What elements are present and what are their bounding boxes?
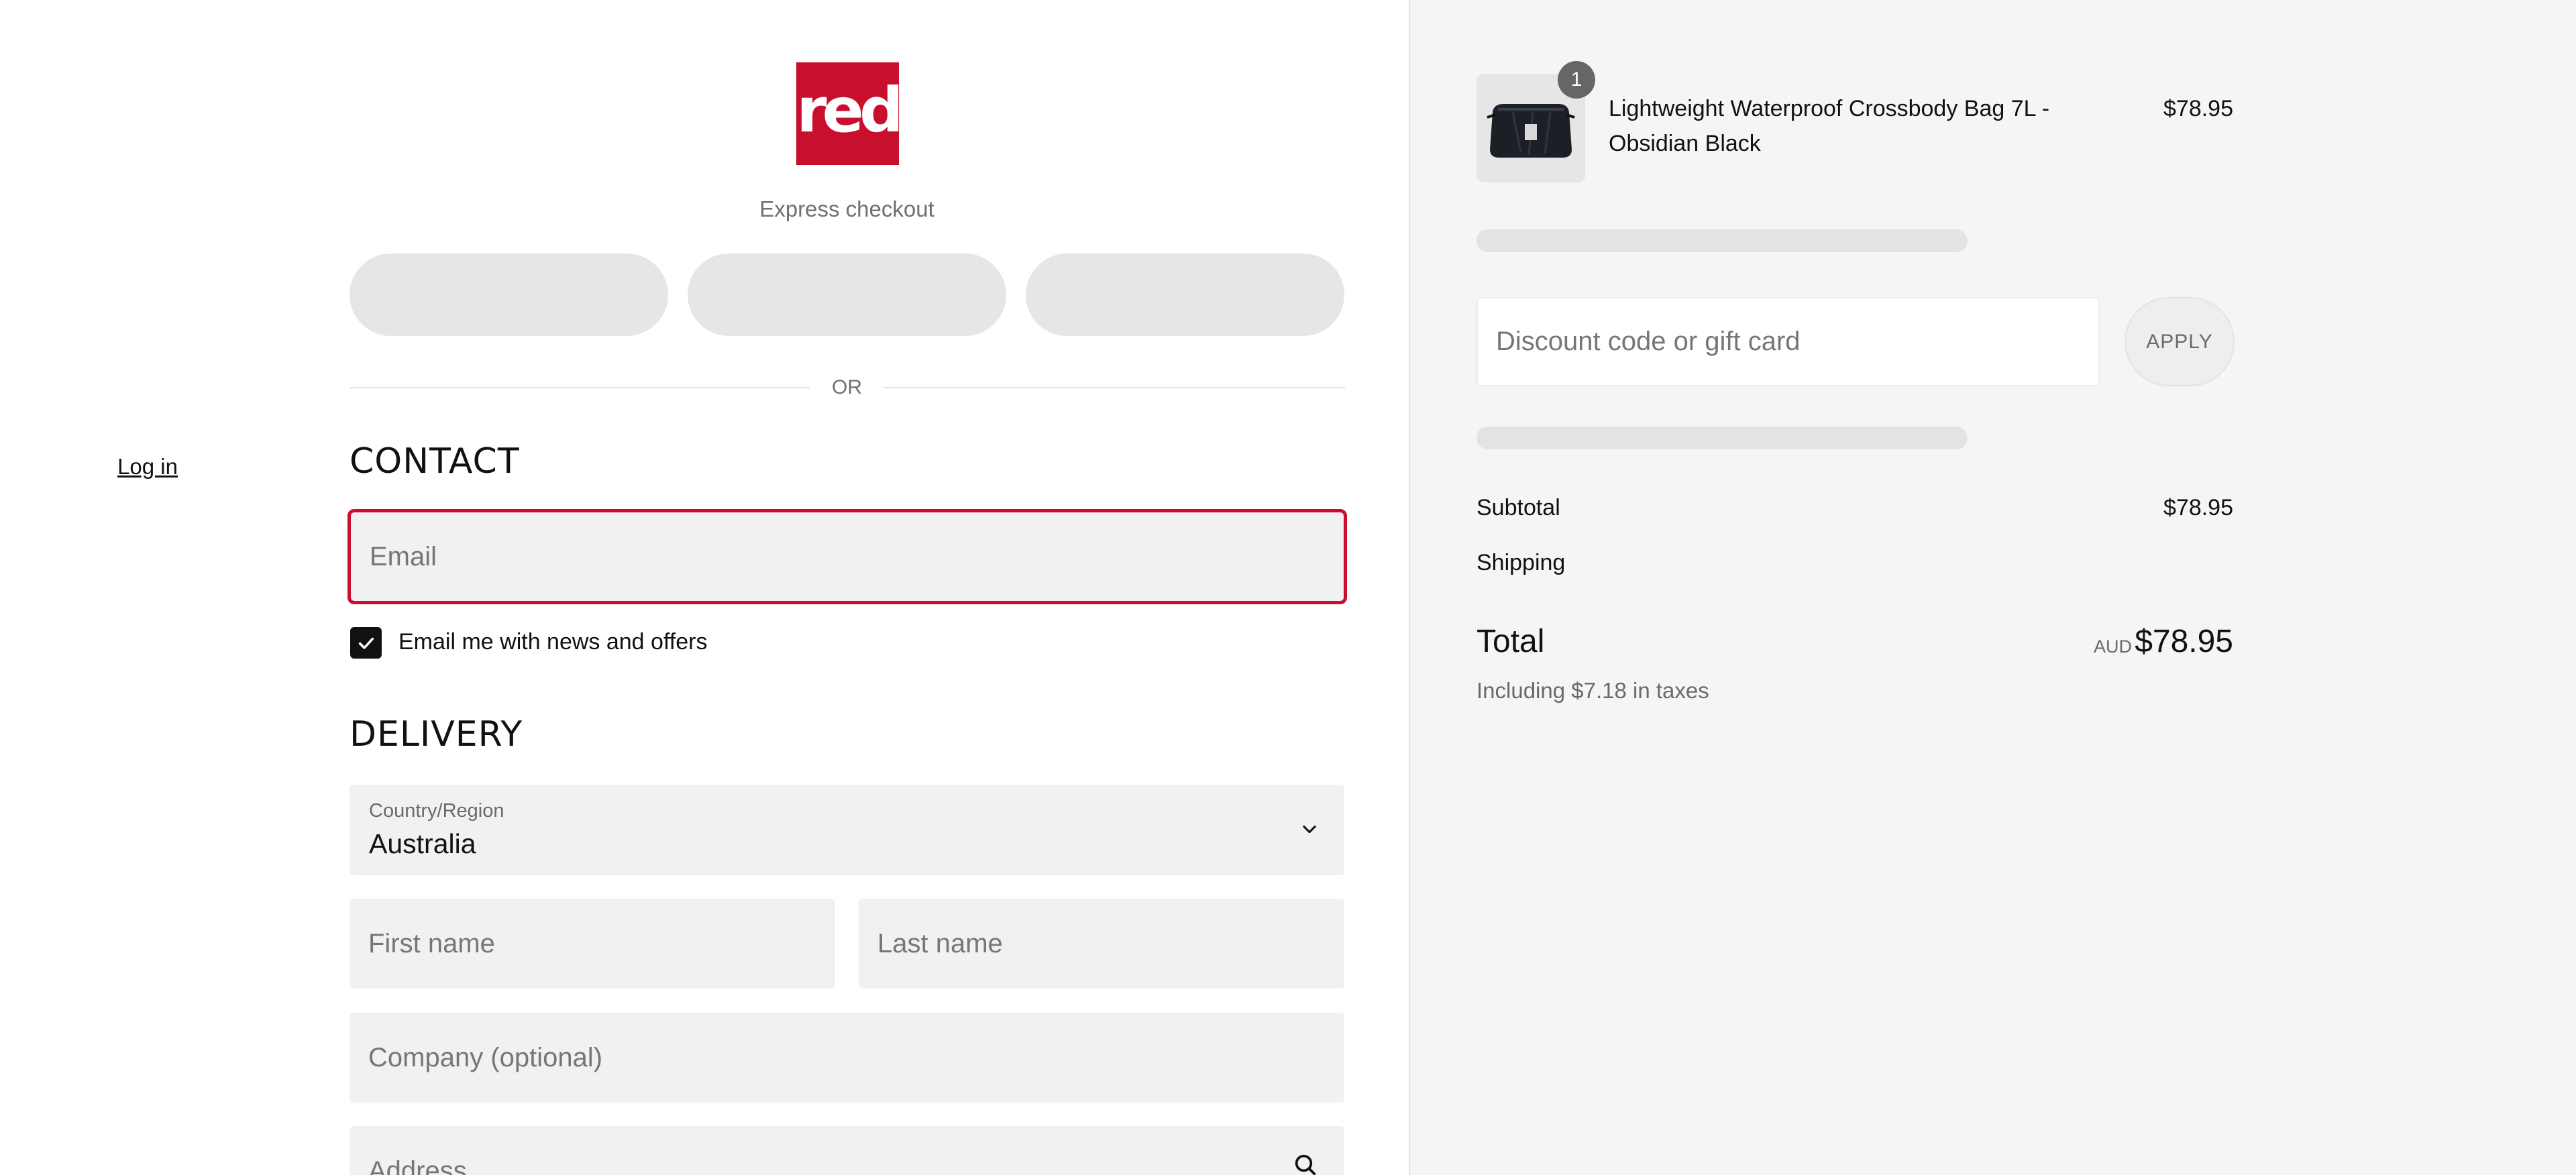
first-name-input[interactable] — [350, 899, 835, 989]
last-name-field[interactable] — [859, 899, 1344, 989]
product-price: $78.95 — [2163, 96, 2233, 121]
contact-section-title: CONTACT — [350, 441, 520, 482]
crossbody-bag-image — [1487, 104, 1575, 158]
express-pay-button-2[interactable] — [688, 254, 1006, 336]
tax-note: Including $7.18 in taxes — [1477, 678, 1709, 703]
express-checkout-label: Express checkout — [759, 197, 934, 221]
or-divider-label: OR — [832, 376, 862, 398]
apply-discount-button[interactable]: APPLY — [2125, 297, 2235, 386]
checkout-main: red Express checkout OR CONTACT Log in E… — [0, 0, 1409, 1175]
search-icon[interactable] — [1292, 1152, 1319, 1175]
shipping-label: Shipping — [1477, 550, 1566, 575]
loading-placeholder — [1477, 427, 1968, 449]
country-select[interactable]: Country/Region Australia — [350, 785, 1344, 875]
newsletter-checkbox[interactable] — [350, 627, 382, 659]
subtotal-value: $78.95 — [2163, 495, 2233, 520]
discount-code-field[interactable] — [1477, 297, 2100, 386]
newsletter-label: Email me with news and offers — [398, 629, 708, 655]
email-field[interactable] — [347, 509, 1347, 604]
quantity-badge: 1 — [1558, 61, 1595, 99]
delivery-section-title: DELIVERY — [350, 714, 523, 754]
chevron-down-icon — [1303, 825, 1316, 834]
address-input[interactable] — [350, 1126, 1344, 1175]
email-input[interactable] — [351, 512, 1344, 601]
discount-code-input[interactable] — [1478, 298, 2098, 385]
product-name: Lightweight Waterproof Crossbody Bag 7L … — [1609, 96, 2050, 156]
address-field[interactable] — [350, 1126, 1344, 1175]
country-select-value: Australia — [369, 828, 476, 859]
divider-right — [884, 387, 1345, 388]
loading-placeholder — [1477, 229, 1968, 252]
brand-logo-text: red — [796, 74, 904, 146]
first-name-field[interactable] — [350, 899, 835, 989]
express-pay-button-1[interactable] — [350, 254, 668, 336]
divider-left — [350, 387, 810, 388]
currency-code: AUD — [2093, 636, 2132, 657]
login-link[interactable]: Log in — [117, 452, 178, 482]
total-label: Total — [1477, 624, 1545, 659]
country-select-label: Country/Region — [369, 800, 504, 822]
express-pay-button-3[interactable] — [1026, 254, 1344, 336]
subtotal-label: Subtotal — [1477, 495, 1560, 520]
brand-logo[interactable]: red — [796, 62, 904, 165]
checkmark-icon — [358, 637, 374, 649]
last-name-input[interactable] — [859, 899, 1344, 989]
total-value: $78.95 — [2135, 624, 2233, 659]
company-input[interactable] — [350, 1013, 1344, 1103]
company-field[interactable] — [350, 1013, 1344, 1103]
